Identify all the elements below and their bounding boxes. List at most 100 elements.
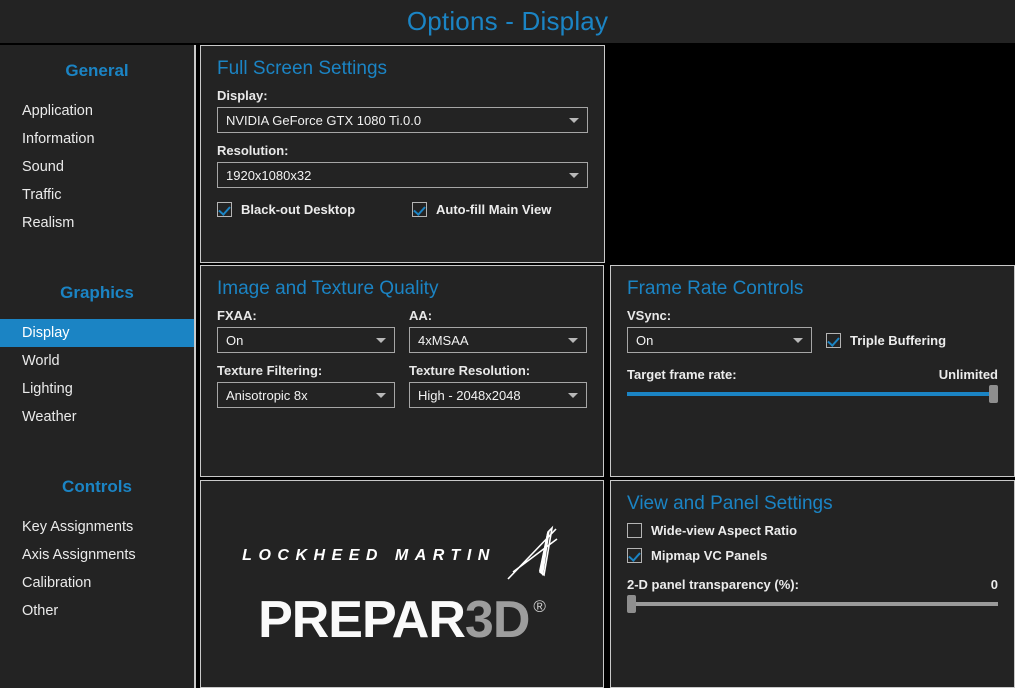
label-display: Display: [217,88,588,103]
texture-resolution-field: Texture Resolution: High - 2048x2048 [409,363,587,408]
mipmap-vc-panels-checkbox[interactable]: Mipmap VC Panels [627,548,998,563]
resolution-value: 1920x1080x32 [226,168,311,183]
window-title: Options - Display [407,6,608,37]
target-frame-rate-group: Target frame rate: Unlimited [627,367,998,401]
texture-filtering-value: Anisotropic 8x [226,388,308,403]
blackout-desktop-checkbox[interactable]: Black-out Desktop [217,202,412,217]
sidebar-item-weather[interactable]: Weather [0,403,194,431]
triple-buffering-checkbox[interactable]: Triple Buffering [826,333,946,353]
panel-view-and-panel-settings: View and Panel Settings Wide-view Aspect… [610,480,1015,688]
vsync-row: VSync: On Triple Buffering [627,308,998,353]
sidebar-item-application[interactable]: Application [0,97,194,125]
fxaa-value: On [226,333,243,348]
autofill-main-view-label: Auto-fill Main View [436,202,551,217]
chevron-down-icon [569,173,579,178]
chevron-down-icon [568,393,578,398]
sidebar-item-key-assignments[interactable]: Key Assignments [0,513,194,541]
resolution-dropdown[interactable]: 1920x1080x32 [217,162,588,188]
checkmark-icon [412,202,427,217]
transparency-value: 0 [991,577,998,592]
label-vsync: VSync: [627,308,812,323]
sidebar-item-axis-assignments[interactable]: Axis Assignments [0,541,194,569]
fxaa-field: FXAA: On [217,308,395,353]
label-texture-resolution: Texture Resolution: [409,363,587,378]
registered-trademark-icon: ® [533,598,546,615]
sidebar-spacer-1 [0,237,194,283]
label-2d-panel-transparency: 2-D panel transparency (%): [627,577,799,592]
resolution-field: Resolution: 1920x1080x32 [217,143,588,188]
panel-branding: LOCKHEED MARTIN PREPAR 3D ® [200,480,604,688]
sidebar-item-calibration[interactable]: Calibration [0,569,194,597]
vsync-value: On [636,333,653,348]
texture-resolution-value: High - 2048x2048 [418,388,521,403]
aa-value: 4xMSAA [418,333,469,348]
label-aa: AA: [409,308,587,323]
panel-title-full-screen: Full Screen Settings [217,58,588,80]
checkbox-empty-icon [627,523,642,538]
chevron-down-icon [793,338,803,343]
sidebar-item-display[interactable]: Display [0,319,194,347]
chevron-down-icon [376,338,386,343]
aa-field: AA: 4xMSAA [409,308,587,353]
wide-view-aspect-ratio-label: Wide-view Aspect Ratio [651,523,797,538]
sidebar-item-other[interactable]: Other [0,597,194,625]
panel-full-screen-settings: Full Screen Settings Display: NVIDIA GeF… [200,45,605,263]
lockheed-martin-logo: LOCKHEED MARTIN [242,523,562,590]
sidebar-spacer-2 [0,431,194,477]
checkmark-icon [627,548,642,563]
checkmark-icon [826,333,841,348]
slider-thumb[interactable] [627,595,636,613]
lockheed-martin-wordmark: LOCKHEED MARTIN [242,547,496,565]
sidebar-item-realism[interactable]: Realism [0,209,194,237]
sidebar-item-lighting[interactable]: Lighting [0,375,194,403]
sidebar-group-title-controls: Controls [0,477,194,497]
display-device-value: NVIDIA GeForce GTX 1080 Ti.0.0 [226,113,421,128]
autofill-main-view-checkbox[interactable]: Auto-fill Main View [412,202,551,217]
checkmark-icon [217,202,232,217]
triple-buffering-label: Triple Buffering [850,333,946,348]
transparency-slider[interactable] [627,597,998,611]
label-texture-filtering: Texture Filtering: [217,363,395,378]
chevron-down-icon [568,338,578,343]
panel-image-texture-quality: Image and Texture Quality FXAA: On AA: 4… [200,265,604,477]
lockheed-star-icon [500,523,562,590]
prepar3d-wordmark: PREPAR 3D ® [258,594,546,646]
target-frame-rate-value: Unlimited [939,367,998,382]
quality-row-2: Texture Filtering: Anisotropic 8x Textur… [217,363,587,408]
vsync-field: VSync: On [627,308,812,353]
vsync-dropdown[interactable]: On [627,327,812,353]
label-resolution: Resolution: [217,143,588,158]
slider-track [627,602,998,606]
target-frame-rate-slider[interactable] [627,387,998,401]
texture-resolution-dropdown[interactable]: High - 2048x2048 [409,382,587,408]
aa-dropdown[interactable]: 4xMSAA [409,327,587,353]
transparency-group: 2-D panel transparency (%): 0 [627,577,998,611]
panel-title-view-panel: View and Panel Settings [627,493,998,515]
texture-filtering-dropdown[interactable]: Anisotropic 8x [217,382,395,408]
panel-title-frame-rate: Frame Rate Controls [627,278,998,300]
transparency-header: 2-D panel transparency (%): 0 [627,577,998,592]
display-device-dropdown[interactable]: NVIDIA GeForce GTX 1080 Ti.0.0 [217,107,588,133]
title-bar: Options - Display [0,0,1015,43]
mipmap-vc-panels-label: Mipmap VC Panels [651,548,767,563]
sidebar-group-title-general: General [0,61,194,81]
slider-thumb[interactable] [989,385,998,403]
sidebar-item-traffic[interactable]: Traffic [0,181,194,209]
prepar3d-secondary-text: 3D [465,594,529,646]
chevron-down-icon [376,393,386,398]
prepar3d-primary-text: PREPAR [258,594,465,646]
sidebar-item-information[interactable]: Information [0,125,194,153]
sidebar-item-world[interactable]: World [0,347,194,375]
panel-frame-rate-controls: Frame Rate Controls VSync: On Triple Buf… [610,265,1015,477]
label-target-frame-rate: Target frame rate: [627,367,737,382]
panel-title-image-texture: Image and Texture Quality [217,278,587,300]
fxaa-dropdown[interactable]: On [217,327,395,353]
sidebar-item-sound[interactable]: Sound [0,153,194,181]
options-window: Options - Display General Application In… [0,0,1015,688]
chevron-down-icon [569,118,579,123]
texture-filtering-field: Texture Filtering: Anisotropic 8x [217,363,395,408]
content-area: Display Global Settings Profile: Custom … [200,45,1015,688]
sidebar-group-title-graphics: Graphics [0,283,194,303]
wide-view-aspect-ratio-checkbox[interactable]: Wide-view Aspect Ratio [627,523,998,538]
fullscreen-checkbox-row: Black-out Desktop Auto-fill Main View [217,202,588,217]
